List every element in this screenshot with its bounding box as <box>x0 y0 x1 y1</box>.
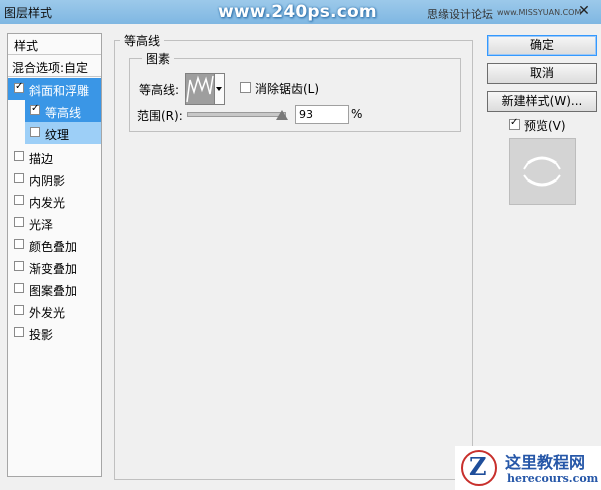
blend-options-label: 混合选项:自定 <box>12 61 89 75</box>
style-item-inner-glow[interactable]: 内发光 <box>8 190 101 212</box>
checkbox[interactable] <box>14 305 24 315</box>
logo-url: herecours.com <box>507 472 599 485</box>
contour-picker[interactable] <box>185 73 215 105</box>
range-slider-thumb[interactable] <box>276 110 288 120</box>
checkbox[interactable] <box>14 217 24 227</box>
ok-button[interactable]: 确定 <box>487 35 597 56</box>
range-slider-track[interactable] <box>187 112 286 117</box>
checkbox[interactable] <box>14 81 24 93</box>
style-item-label: 内阴影 <box>29 174 66 188</box>
style-item-inner-shadow[interactable]: 内阴影 <box>8 168 101 190</box>
style-item-drop-shadow[interactable]: 投影 <box>8 322 101 344</box>
style-item-bevel-emboss[interactable]: 斜面和浮雕 <box>8 78 101 100</box>
new-style-button[interactable]: 新建样式(W)... <box>487 91 597 112</box>
style-item-satin[interactable]: 光泽 <box>8 212 101 234</box>
checkbox[interactable] <box>14 195 24 205</box>
style-item-label: 外发光 <box>29 306 66 320</box>
close-icon[interactable]: ✕ <box>576 4 592 19</box>
logo-name: 这里教程网 <box>505 453 586 472</box>
checkbox[interactable] <box>14 261 24 271</box>
site-logo: Z 这里教程网 herecours.com <box>455 446 601 490</box>
style-item-label: 光泽 <box>29 218 54 232</box>
style-item-contour[interactable]: 等高线 <box>8 100 101 122</box>
preview-label[interactable]: 预览(V) <box>524 117 566 134</box>
checkbox[interactable] <box>14 283 24 293</box>
antialias-checkbox[interactable] <box>240 82 251 93</box>
watermark-forum: 思缘设计论坛 <box>427 8 493 21</box>
antialias-label[interactable]: 消除锯齿(L) <box>255 80 319 97</box>
contour-group-title: 等高线 <box>120 32 165 49</box>
style-list-header[interactable]: 样式 <box>8 34 101 55</box>
checkbox[interactable] <box>30 127 40 137</box>
style-item-label: 描边 <box>29 152 54 166</box>
checkbox[interactable] <box>14 173 24 183</box>
range-value: 93 <box>299 108 313 121</box>
style-item-label: 斜面和浮雕 <box>29 84 90 98</box>
window-title: 图层样式 <box>4 6 53 20</box>
style-item-gradient-overlay[interactable]: 渐变叠加 <box>8 256 101 278</box>
checkbox[interactable] <box>14 327 24 337</box>
style-item-outer-glow[interactable]: 外发光 <box>8 300 101 322</box>
style-item-label: 纹理 <box>45 128 70 142</box>
contour-label: 等高线: <box>139 83 180 97</box>
preview-checkbox[interactable] <box>509 117 520 130</box>
checkbox[interactable] <box>14 151 24 161</box>
range-unit: % <box>351 107 363 121</box>
style-item-label: 颜色叠加 <box>29 240 78 254</box>
style-item-label: 投影 <box>29 328 54 342</box>
checkbox[interactable] <box>30 103 40 115</box>
style-item-label: 内发光 <box>29 196 66 210</box>
style-preview-thumbnail <box>509 138 576 205</box>
range-label: 范围(R): <box>137 109 183 123</box>
cancel-button[interactable]: 取消 <box>487 63 597 84</box>
checkbox[interactable] <box>14 239 24 249</box>
style-item-texture[interactable]: 纹理 <box>8 122 101 144</box>
contour-dropdown-arrow-icon[interactable] <box>215 73 225 105</box>
range-input[interactable]: 93 <box>295 105 349 124</box>
style-item-pattern-overlay[interactable]: 图案叠加 <box>8 278 101 300</box>
blend-options-item[interactable]: 混合选项:自定 <box>8 55 101 77</box>
style-list: 样式 混合选项:自定 斜面和浮雕 等高线 纹理 描边 内阴影 内发光 光泽 颜色… <box>7 33 102 477</box>
watermark-url: www.MISSYUAN.COM <box>497 8 582 17</box>
title-bar: 图层样式 www.240ps.com 思缘设计论坛 www.MISSYUAN.C… <box>0 0 601 24</box>
style-item-label: 图案叠加 <box>29 284 78 298</box>
style-list-header-label: 样式 <box>14 39 39 53</box>
style-item-color-overlay[interactable]: 颜色叠加 <box>8 234 101 256</box>
style-item-label: 等高线 <box>45 106 82 120</box>
style-item-stroke[interactable]: 描边 <box>8 146 101 168</box>
style-item-label: 渐变叠加 <box>29 262 78 276</box>
elements-subgroup-title: 图素 <box>142 50 175 67</box>
watermark-site: www.240ps.com <box>218 2 377 22</box>
contour-curve-icon <box>186 75 214 103</box>
logo-glyph: Z <box>469 452 487 481</box>
